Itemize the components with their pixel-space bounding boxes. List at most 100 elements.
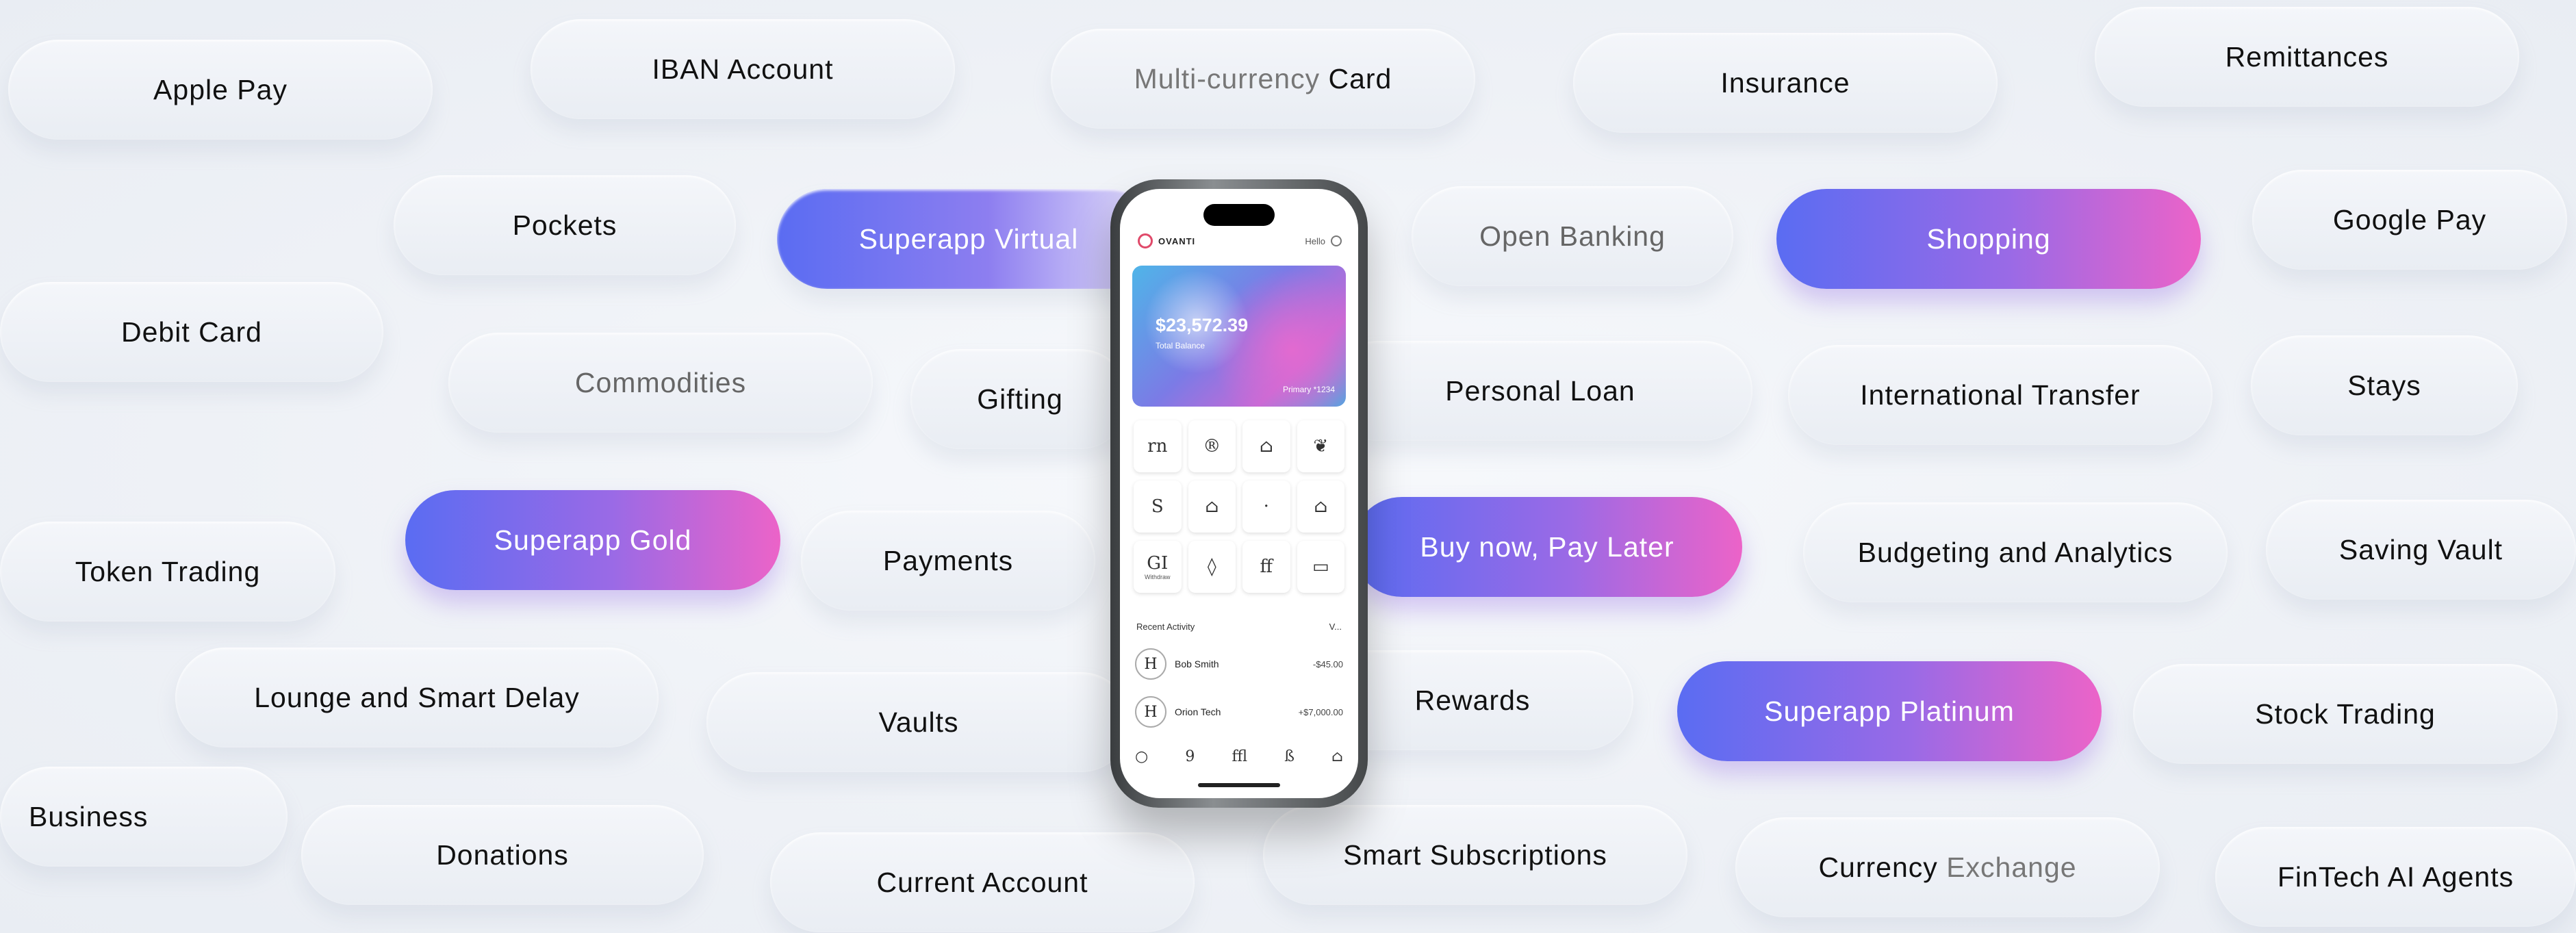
action-tile[interactable]: ◊ <box>1188 541 1236 593</box>
balance-card[interactable]: $23,572.39 Total Balance Primary *1234 <box>1132 266 1346 407</box>
greeting-text: Hello <box>1305 235 1325 246</box>
feature-pill-international-transfer[interactable]: International Transfer <box>1788 345 2212 445</box>
action-tile[interactable]: ❦ <box>1297 420 1344 472</box>
feature-pill-superapp-gold[interactable]: Superapp Gold <box>405 490 780 590</box>
feature-pill-token-trading[interactable]: Token Trading <box>0 522 335 622</box>
pill-label: Rewards <box>1414 684 1531 716</box>
pill-label: Currency <box>1818 851 1938 883</box>
pill-label: Lounge and Smart Delay <box>254 681 580 713</box>
pill-label: Personal Loan <box>1445 374 1635 407</box>
action-tile[interactable]: ⌂ <box>1297 481 1344 533</box>
action-tile[interactable]: ⌂ <box>1188 481 1236 533</box>
tile-icon: · <box>1263 496 1269 517</box>
action-tile[interactable]: · <box>1242 481 1290 533</box>
action-tile[interactable]: S <box>1134 481 1182 533</box>
pill-label: Superapp Platinum <box>1764 695 2015 727</box>
feature-pill-multi-currency-card[interactable]: Multi-currency Card <box>1051 29 1475 129</box>
feature-pill-personal-loan[interactable]: Personal Loan <box>1328 341 1752 441</box>
feature-pill-saving-vault[interactable]: Saving Vault <box>2266 500 2576 600</box>
view-all-link[interactable]: V... <box>1329 622 1342 632</box>
feature-pill-google-pay[interactable]: Google Pay <box>2252 170 2567 270</box>
account-label: Primary *1234 <box>1282 385 1335 394</box>
feature-pill-budgeting-and-analytics[interactable]: Budgeting and Analytics <box>1803 502 2228 602</box>
tile-icon: ❦ <box>1313 436 1329 457</box>
pill-label: Insurance <box>1720 66 1850 99</box>
feature-pill-fintech-ai-agents[interactable]: FinTech AI Agents <box>2215 827 2576 927</box>
tile-icon: ® <box>1203 436 1221 457</box>
feature-pill-pockets[interactable]: Pockets <box>394 175 736 275</box>
pill-label: FinTech AI Agents <box>2277 860 2514 893</box>
action-tile[interactable]: ff <box>1242 541 1290 593</box>
feature-pill-superapp-platinum[interactable]: Superapp Platinum <box>1677 661 2102 761</box>
tab-icon[interactable]: ⌂ <box>1331 748 1343 765</box>
feature-pill-gifting[interactable]: Gifting <box>910 349 1130 449</box>
pill-label: Superapp Virtual <box>858 222 1079 255</box>
pill-label-dim: Exchange <box>1946 851 2077 883</box>
action-tile[interactable]: rn <box>1134 420 1182 472</box>
feature-pill-insurance[interactable]: Insurance <box>1573 33 1998 133</box>
transaction-avatar: H <box>1135 648 1166 680</box>
pill-label: Saving Vault <box>2338 533 2503 565</box>
pill-label: Current Account <box>876 866 1088 898</box>
tab-home-icon[interactable]: ○ <box>1135 748 1148 765</box>
pill-label: Token Trading <box>75 555 261 587</box>
tile-icon: GI <box>1147 553 1169 574</box>
withdraw-tile[interactable]: GI Withdraw <box>1134 541 1182 593</box>
balance-label: Total Balance <box>1156 341 1206 350</box>
feature-pill-payments[interactable]: Payments <box>801 511 1095 611</box>
pill-label: IBAN Account <box>652 53 834 85</box>
feature-pill-vaults[interactable]: Vaults <box>706 672 1131 772</box>
pill-label: Debit Card <box>121 316 262 348</box>
recent-activity-header: Recent Activity V... <box>1136 622 1342 632</box>
transaction-name: Bob Smith <box>1175 659 1219 669</box>
pill-label: Vaults <box>878 706 959 738</box>
feature-pill-current-account[interactable]: Current Account <box>770 832 1195 932</box>
feature-pill-business[interactable]: Business <box>0 767 288 867</box>
feature-pill-remittances[interactable]: Remittances <box>2095 7 2519 107</box>
dynamic-island <box>1203 204 1275 226</box>
pill-label: Card <box>1328 62 1392 94</box>
transaction-amount: +$7,000.00 <box>1298 706 1343 717</box>
tile-icon: S <box>1151 496 1164 517</box>
feature-pill-smart-subscriptions[interactable]: Smart Subscriptions <box>1263 805 1687 905</box>
action-tile[interactable]: ® <box>1188 420 1236 472</box>
brand: OVANTI <box>1138 233 1195 248</box>
pill-label-dim: Multi-currency <box>1134 62 1321 94</box>
phone-mockup: OVANTI Hello $23,572.39 Total Balance Pr… <box>1110 179 1368 808</box>
feature-pill-currency-exchange[interactable]: Currency Exchange <box>1735 817 2160 917</box>
tile-icon: ⌂ <box>1205 496 1219 517</box>
feature-pill-stock-trading[interactable]: Stock Trading <box>2133 664 2558 764</box>
pill-label: Smart Subscriptions <box>1343 839 1607 871</box>
brand-name: OVANTI <box>1158 235 1196 246</box>
settings-icon[interactable] <box>1331 235 1342 246</box>
pill-label: Gifting <box>977 383 1063 415</box>
transaction-row[interactable]: H Orion Tech +$7,000.00 <box>1135 691 1343 732</box>
feature-pill-shopping[interactable]: Shopping <box>1776 189 2201 289</box>
tile-icon: ⌂ <box>1314 496 1328 517</box>
feature-pill-apple-pay[interactable]: Apple Pay <box>8 40 433 140</box>
pill-label: Budgeting and Analytics <box>1857 536 2173 568</box>
action-tile[interactable]: ▭ <box>1297 541 1344 593</box>
pill-label: Commodities <box>574 366 747 398</box>
pill-label: Business <box>29 800 149 832</box>
recent-activity-title: Recent Activity <box>1136 622 1195 632</box>
feature-pill-debit-card[interactable]: Debit Card <box>0 282 383 382</box>
pill-label: Superapp Gold <box>494 524 692 556</box>
pill-label: Stock Trading <box>2255 698 2436 730</box>
transaction-row[interactable]: H Bob Smith -$45.00 <box>1135 643 1343 685</box>
feature-pill-donations[interactable]: Donations <box>301 805 704 905</box>
feature-pill-open-banking[interactable]: Open Banking <box>1412 186 1733 286</box>
feature-pill-iban-account[interactable]: IBAN Account <box>531 19 955 119</box>
feature-pill-superapp-virtual[interactable]: Superapp Virtual <box>777 189 1160 289</box>
tab-icon[interactable]: ffl <box>1232 748 1247 765</box>
feature-pill-lounge-and-smart-delay[interactable]: Lounge and Smart Delay <box>175 648 659 747</box>
feature-pill-buy-now-pay-later[interactable]: Buy now, Pay Later <box>1352 497 1742 597</box>
greeting[interactable]: Hello <box>1305 235 1342 246</box>
action-tile[interactable]: ⌂ <box>1242 420 1290 472</box>
pill-label: International Transfer <box>1860 379 2141 411</box>
tab-icon[interactable]: 9 <box>1185 748 1195 765</box>
pill-label: Stays <box>2347 369 2421 401</box>
feature-pill-commodities[interactable]: Commodities <box>448 333 873 433</box>
tab-icon[interactable]: ß <box>1284 748 1295 765</box>
feature-pill-stays[interactable]: Stays <box>2251 335 2518 435</box>
